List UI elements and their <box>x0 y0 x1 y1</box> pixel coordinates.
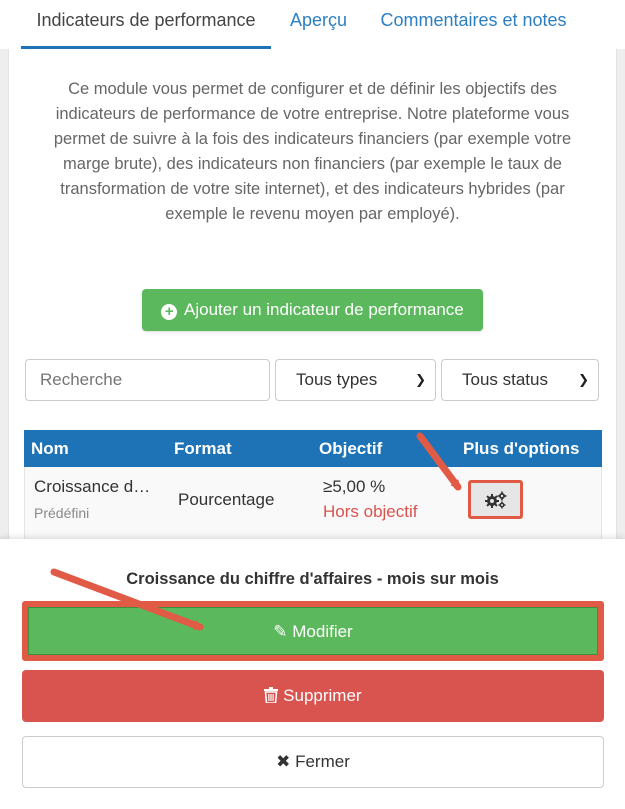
header-format[interactable]: Format <box>174 430 232 467</box>
close-button[interactable]: ✖ Fermer <box>22 736 604 788</box>
pencil-icon: ✎ <box>273 622 288 641</box>
kpi-name[interactable]: Croissance d… <box>34 477 150 497</box>
header-options: Plus d'options <box>463 439 580 458</box>
times-icon: ✖ <box>276 752 291 771</box>
options-button[interactable] <box>468 480 523 519</box>
close-button-label: Fermer <box>295 752 350 771</box>
kpi-status: Hors objectif <box>323 502 418 521</box>
header-nom[interactable]: Nom <box>31 430 69 467</box>
edit-button-face[interactable]: ✎ Modifier <box>28 607 598 655</box>
delete-button-label: Supprimer <box>283 686 362 705</box>
status-filter-select[interactable]: Tous status ❯ <box>441 359 599 401</box>
chevron-down-icon: ❯ <box>415 372 426 387</box>
trash-icon <box>264 687 279 704</box>
edit-button-label: Modifier <box>292 622 353 641</box>
module-description: Ce module vous permet de configurer et d… <box>53 80 572 223</box>
action-sheet-title: Croissance du chiffre d'affaires - mois … <box>126 570 499 588</box>
search-input[interactable] <box>25 359 270 401</box>
add-kpi-button[interactable]: + Ajouter un indicateur de performance <box>142 289 483 331</box>
type-filter-select[interactable]: Tous types ❯ <box>275 359 436 401</box>
edit-button[interactable]: ✎ Modifier <box>22 601 604 661</box>
tab-commentaires[interactable]: Commentaires et notes <box>366 0 581 49</box>
kpi-table-header: Nom Format Objectif Plus d'options <box>24 430 602 467</box>
tab-apercu[interactable]: Aperçu <box>271 0 366 49</box>
page-gutter-right <box>617 49 625 539</box>
header-objectif[interactable]: Objectif <box>319 430 382 467</box>
page-gutter-left <box>0 49 8 539</box>
kpi-subtype: Prédéfini <box>34 505 90 521</box>
chevron-down-icon: ❯ <box>578 372 589 387</box>
plus-circle-icon: + <box>161 304 178 320</box>
gears-icon <box>485 491 507 509</box>
delete-button[interactable]: Supprimer <box>22 670 604 722</box>
type-filter-value: Tous types <box>296 370 378 389</box>
kpi-target: ≥5,00 % <box>323 477 386 496</box>
tab-bar: Indicateurs de performance Aperçu Commen… <box>0 0 625 49</box>
kpi-format: Pourcentage <box>178 490 275 509</box>
status-filter-value: Tous status <box>462 370 548 389</box>
add-kpi-label: Ajouter un indicateur de performance <box>184 300 464 319</box>
tab-indicateurs[interactable]: Indicateurs de performance <box>21 0 271 49</box>
